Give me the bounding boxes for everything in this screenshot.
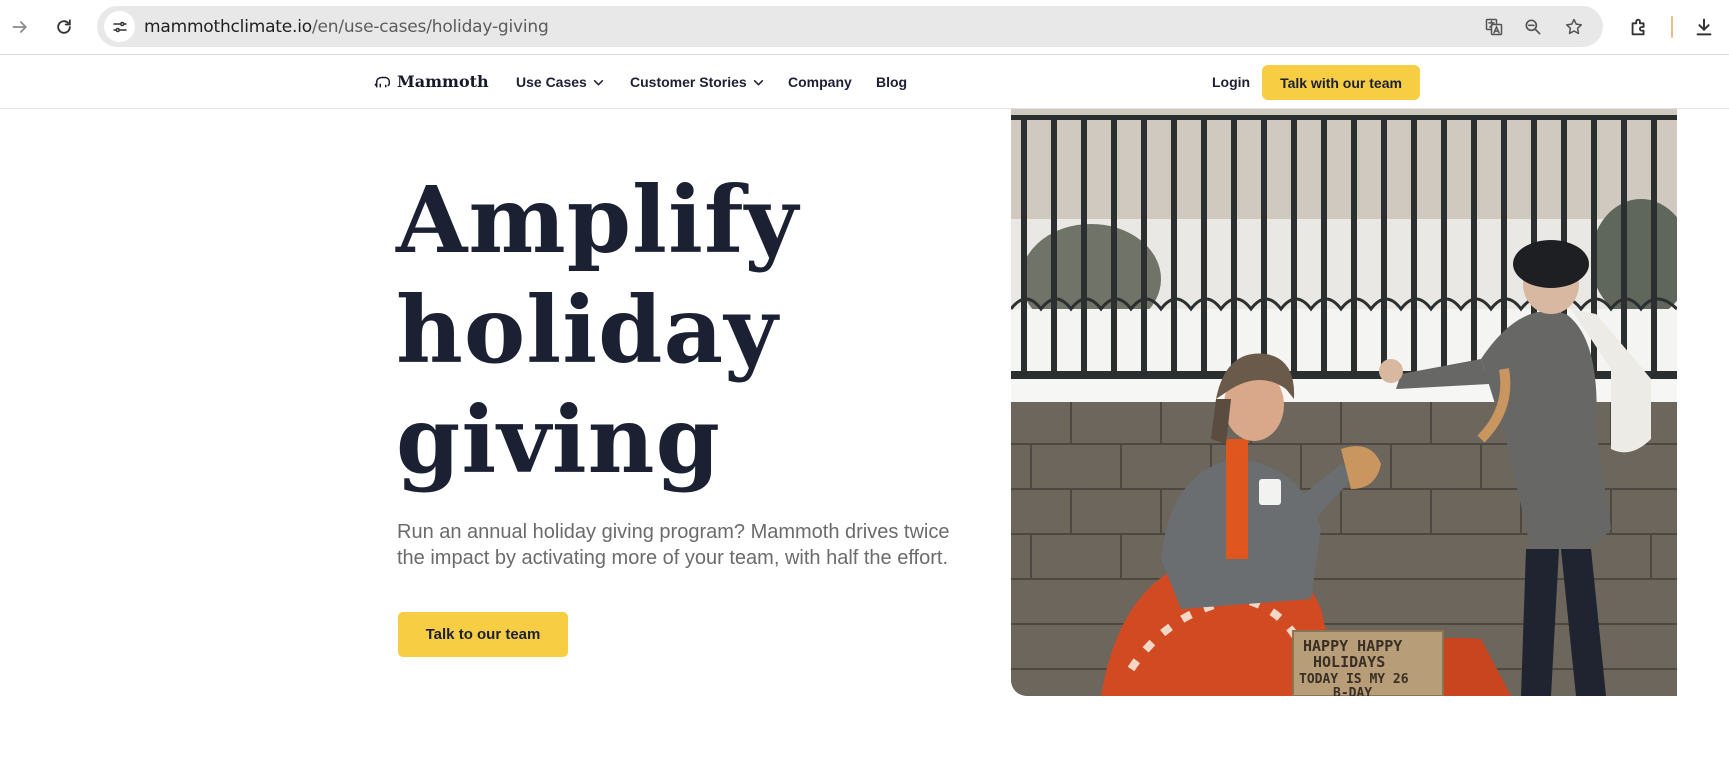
nav-use-cases-label: Use Cases [516, 74, 587, 90]
url-host: mammothclimate.io [144, 17, 312, 37]
giving-scene-illustration: HAPPY HAPPY HOLIDAYS TODAY IS MY 26 B-DA… [1011, 109, 1677, 696]
hero-title: Amplify holiday giving [396, 165, 956, 495]
talk-with-team-button[interactable]: Talk with our team [1262, 65, 1420, 100]
mammoth-icon [374, 76, 391, 87]
address-bar-url[interactable]: mammothclimate.io/en/use-cases/holiday-g… [144, 17, 549, 37]
site-logo[interactable]: Mammoth [374, 72, 489, 91]
browser-toolbar: mammothclimate.io/en/use-cases/holiday-g… [0, 0, 1729, 55]
hero-photo: HAPPY HAPPY HOLIDAYS TODAY IS MY 26 B-DA… [1011, 109, 1677, 696]
login-link[interactable]: Login [1212, 74, 1250, 90]
download-icon[interactable] [1689, 12, 1719, 42]
toolbar-divider [1671, 16, 1673, 38]
sign-line: TODAY IS MY 26 [1299, 672, 1409, 687]
hero-subtitle: Run an annual holiday giving program? Ma… [397, 521, 950, 569]
translate-icon[interactable] [1482, 15, 1506, 39]
nav-company[interactable]: Company [788, 74, 852, 90]
hero-title-line: Amplify [396, 166, 799, 274]
nav-customer-stories[interactable]: Customer Stories [630, 74, 765, 90]
zoom-icon[interactable] [1521, 15, 1545, 39]
chevron-down-icon [593, 79, 604, 86]
site-info-icon[interactable] [104, 11, 135, 42]
nav-company-label: Company [788, 74, 852, 90]
chevron-down-icon [753, 79, 764, 86]
address-bar[interactable]: mammothclimate.io/en/use-cases/holiday-g… [97, 6, 1603, 47]
bookmark-star-icon[interactable] [1562, 15, 1586, 39]
nav-customer-stories-label: Customer Stories [630, 74, 747, 90]
site-header: Mammoth Use Cases Customer Stories Compa… [0, 56, 1729, 109]
url-path: /en/use-cases/holiday-giving [311, 17, 549, 37]
sign-line: HOLIDAYS [1313, 653, 1385, 671]
nav-use-cases[interactable]: Use Cases [516, 74, 605, 90]
talk-to-team-button[interactable]: Talk to our team [398, 612, 568, 657]
sign-line: B-DAY [1333, 686, 1372, 696]
extensions-icon[interactable] [1624, 12, 1654, 42]
login-label: Login [1212, 74, 1251, 90]
hero-title-line: giving [396, 386, 721, 494]
nav-blog[interactable]: Blog [876, 74, 907, 90]
nav-blog-label: Blog [876, 74, 908, 90]
reload-icon[interactable] [47, 10, 81, 44]
logo-text: Mammoth [397, 72, 489, 91]
forward-icon[interactable] [3, 10, 37, 44]
hero-title-line: holiday [396, 276, 779, 384]
